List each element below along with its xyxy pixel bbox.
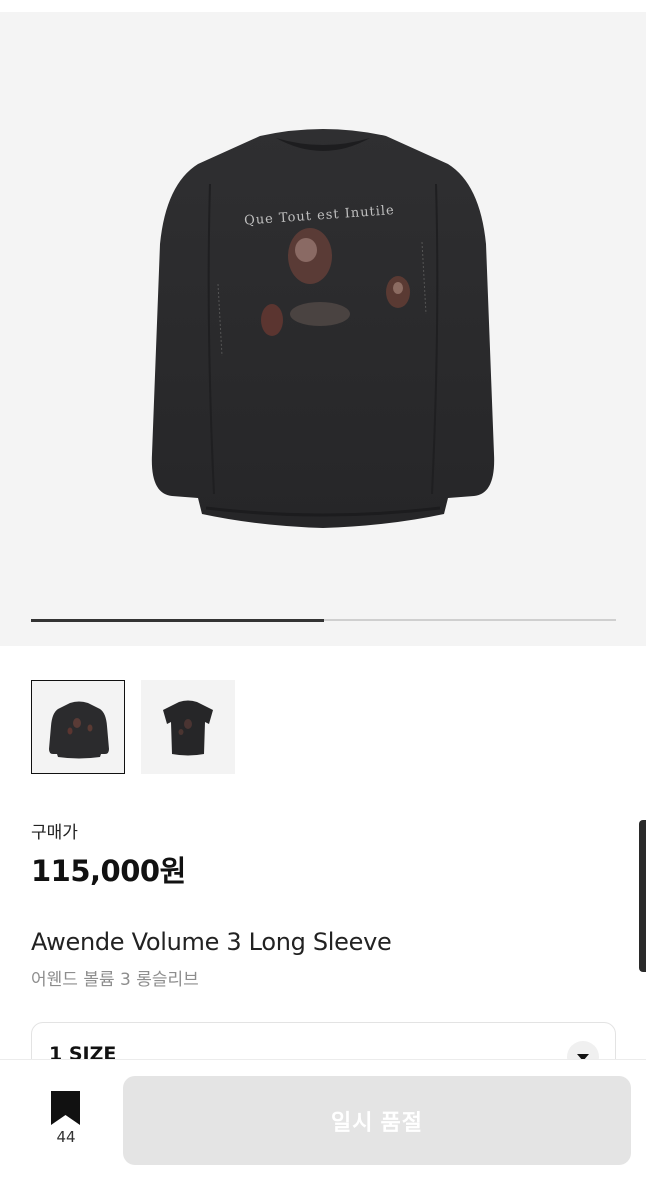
product-name-en: Awende Volume 3 Long Sleeve bbox=[31, 928, 392, 956]
short-sleeve-thumbnail-image bbox=[163, 700, 213, 756]
bottom-action-bar: 44 일시 품절 bbox=[0, 1060, 646, 1200]
product-image-gallery[interactable]: Que Tout est Inutile bbox=[0, 12, 646, 646]
thumbnail-long-sleeve[interactable] bbox=[31, 680, 125, 774]
price-label: 구매가 bbox=[31, 823, 78, 843]
sold-out-button-label: 일시 품절 bbox=[330, 1109, 424, 1135]
sold-out-button[interactable]: 일시 품절 bbox=[123, 1076, 631, 1165]
bookmark-icon bbox=[51, 1091, 80, 1125]
product-image bbox=[151, 129, 495, 528]
thumbnail-short-sleeve[interactable] bbox=[141, 680, 235, 774]
status-area bbox=[0, 0, 646, 12]
gallery-progress-fill bbox=[31, 618, 324, 622]
gallery-progress-track bbox=[31, 618, 616, 622]
scroll-edge-handle[interactable] bbox=[639, 820, 646, 972]
price-value: 115,000원 bbox=[31, 854, 186, 888]
bookmark-button[interactable]: 44 bbox=[44, 1088, 88, 1148]
bookmark-count: 44 bbox=[56, 1128, 76, 1146]
long-sleeve-thumbnail-image bbox=[49, 701, 109, 759]
product-name-ko: 어웬드 볼륨 3 롱슬리브 bbox=[31, 970, 199, 990]
